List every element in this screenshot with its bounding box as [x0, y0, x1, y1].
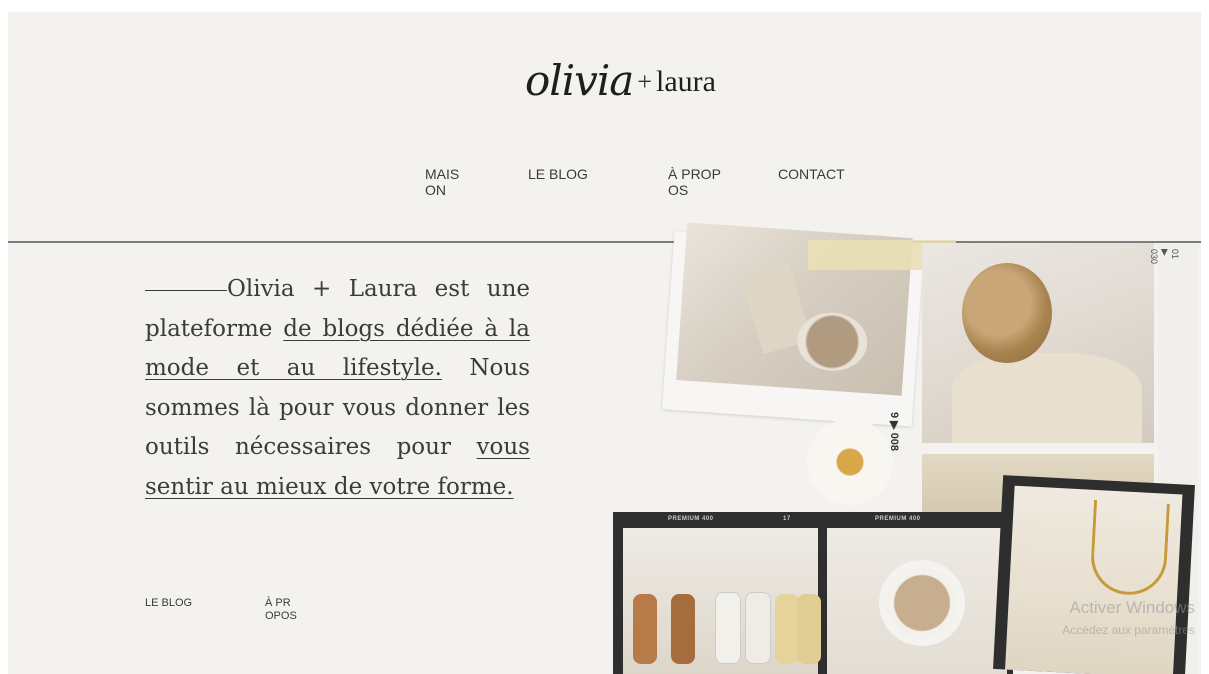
coat-shape — [952, 353, 1142, 443]
site-logo[interactable]: olivia + laura — [525, 40, 716, 120]
sandal-shape — [715, 592, 741, 664]
footer-link-apropos[interactable]: À PROPOS — [265, 597, 299, 623]
lead-rule — [145, 289, 227, 291]
footer-link-blog[interactable]: LE BLOG — [145, 597, 192, 610]
hair-shape — [962, 263, 1052, 363]
logo-script-text: olivia — [525, 55, 634, 105]
film-negative-image: PREMIUM 400 17 PREMIUM 400 — [613, 512, 1013, 674]
logo-word: laura — [656, 65, 716, 98]
nav-contact[interactable]: CONTACT — [778, 166, 845, 182]
sandal-shape — [633, 594, 657, 664]
film-header-2: PREMIUM 400 — [875, 516, 921, 522]
necklace-shape — [1089, 499, 1170, 597]
nav-blog[interactable]: LE BLOG — [528, 166, 588, 182]
windows-activation-watermark: Activer Windows Accédez aux paramètres — [1062, 597, 1195, 641]
sandal-shape — [671, 594, 695, 664]
latte-photo — [827, 528, 1007, 674]
watermark-line-1: Activer Windows — [1069, 598, 1195, 617]
sandal-shape — [797, 594, 821, 664]
intro-paragraph: Olivia + Laura est une plateforme de blo… — [145, 270, 530, 507]
nav-apropos[interactable]: À PROPOS — [668, 166, 728, 198]
latte-cup-shape — [887, 568, 957, 638]
film-header-num: 17 — [783, 516, 791, 522]
necklace-polaroid-image — [993, 475, 1195, 674]
hair-bun-photo — [922, 243, 1154, 443]
nav-maison[interactable]: MAISON — [425, 166, 465, 198]
film-strip-text: 01 ▶ 030 — [1149, 249, 1180, 265]
sandals-photo — [623, 528, 821, 674]
necklace-photo — [1005, 485, 1183, 674]
sandal-shape — [745, 592, 771, 664]
film-header-1: PREMIUM 400 — [668, 516, 714, 522]
daisy-image — [800, 412, 900, 512]
page: olivia + laura MAISON LE BLOG À PROPOS C… — [8, 12, 1201, 674]
coffee-cup-shape — [795, 310, 870, 374]
logo-plus: + — [637, 67, 653, 96]
side-film-text: 9 ▶ 008 — [888, 412, 900, 452]
sandal-shape — [775, 594, 799, 664]
watermark-line-2: Accédez aux paramètres — [1062, 623, 1195, 637]
